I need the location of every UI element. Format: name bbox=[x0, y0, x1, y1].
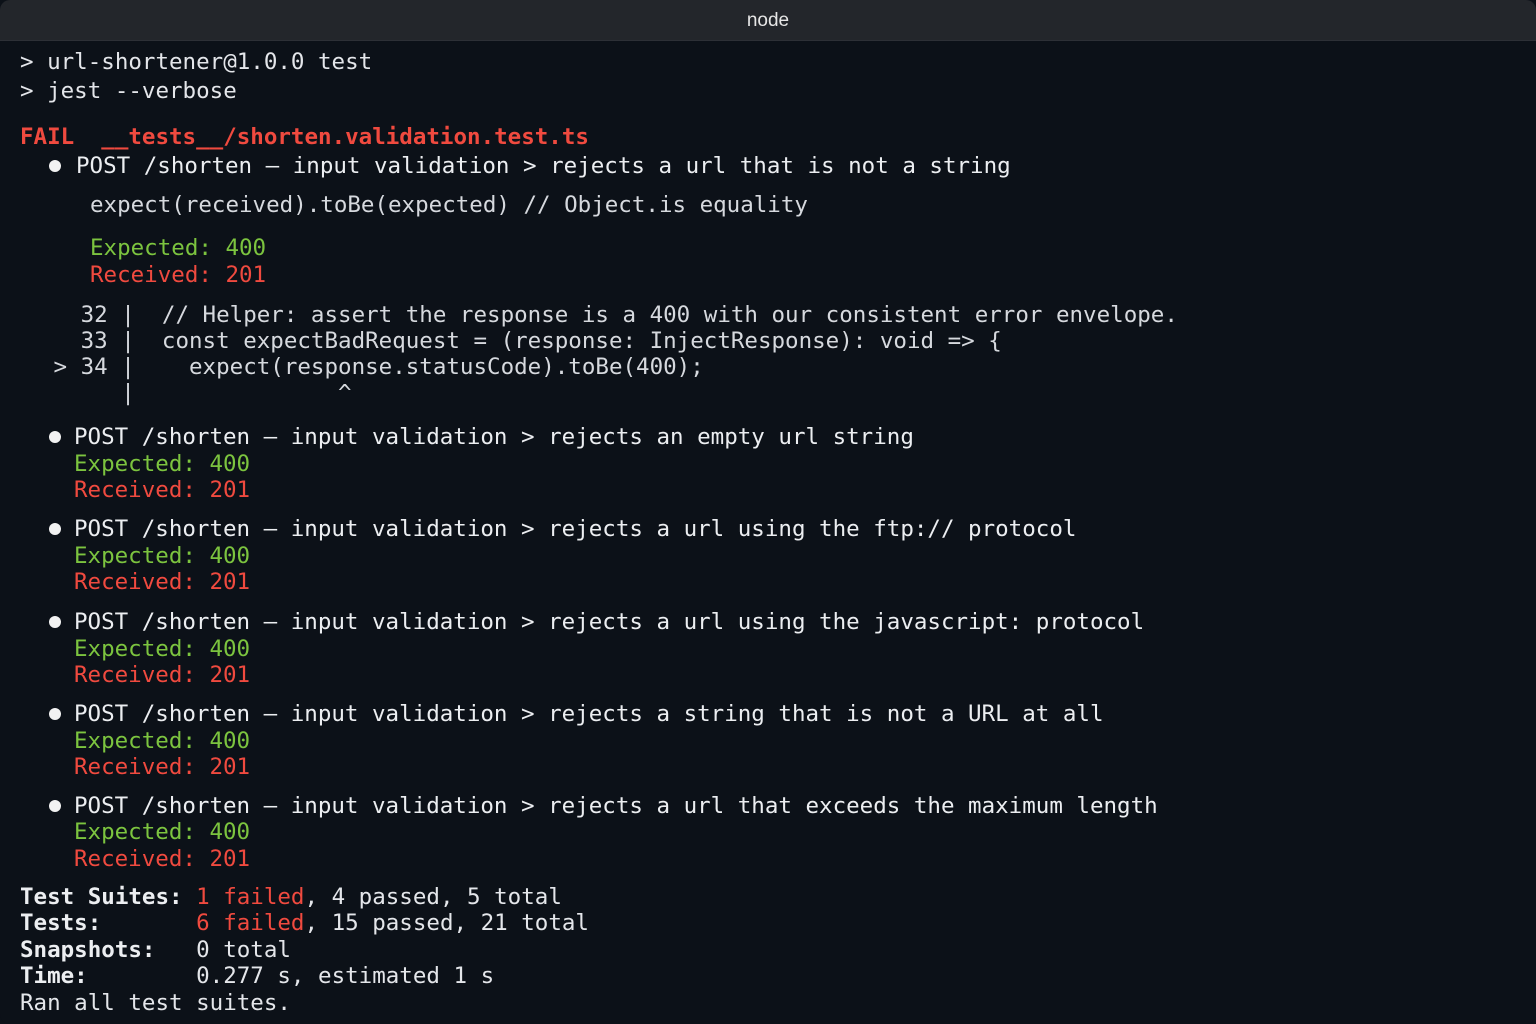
received-value: 201 bbox=[225, 262, 267, 288]
expected-line: Expected: 400 bbox=[74, 450, 250, 478]
fail-label: FAIL bbox=[20, 124, 75, 150]
bullet-icon bbox=[49, 616, 61, 628]
summary-snapshots: Snapshots: 0 total bbox=[20, 936, 291, 964]
test-title: POST /shorten — input validation > rejec… bbox=[74, 609, 1145, 635]
received-label: Received: bbox=[74, 754, 210, 780]
summary-tests: Tests: 6 failed, 15 passed, 21 total bbox=[20, 909, 589, 937]
code-text: const expectBadRequest = (response: Inje… bbox=[148, 328, 1002, 354]
summary-footer: Ran all test suites. bbox=[20, 990, 291, 1016]
expected-line: Expected: 400 bbox=[74, 727, 250, 755]
expected-label: Expected: bbox=[74, 728, 210, 754]
bullet-icon bbox=[49, 431, 61, 443]
code-frame-line: | ^ bbox=[40, 379, 352, 407]
received-value: 201 bbox=[209, 569, 251, 595]
received-label: Received: bbox=[74, 569, 210, 595]
bullet-icon bbox=[49, 523, 61, 535]
snapshots-value: 0 total bbox=[196, 937, 291, 963]
summary-time: Time: 0.277 s, estimated 1 s bbox=[20, 962, 494, 990]
expected-label: Expected: bbox=[74, 451, 210, 477]
summary-label: Snapshots: bbox=[20, 937, 197, 963]
tests-rest: , 15 passed, 21 total bbox=[304, 910, 589, 936]
test-title: POST /shorten — input validation > rejec… bbox=[76, 153, 1011, 179]
time-value: 0.277 s, estimated 1 s bbox=[196, 963, 495, 989]
expected-value: 400 bbox=[209, 728, 251, 754]
terminal-window: node > url-shortener@1.0.0 test > jest -… bbox=[0, 0, 1536, 1024]
test-title: POST /shorten — input validation > rejec… bbox=[74, 793, 1158, 819]
summary-label: Time: bbox=[20, 963, 197, 989]
code-frame-line: 32 | // Helper: assert the response is a… bbox=[40, 301, 1178, 329]
expected-value: 400 bbox=[209, 636, 251, 662]
received-label: Received: bbox=[74, 477, 210, 503]
received-value: 201 bbox=[209, 846, 251, 872]
expected-value: 400 bbox=[209, 451, 251, 477]
test-title: POST /shorten — input validation > rejec… bbox=[74, 516, 1077, 542]
code-frame-line: 33 | const expectBadRequest = (response:… bbox=[40, 327, 1002, 355]
received-line: Received: 201 bbox=[74, 753, 250, 781]
received-label: Received: bbox=[90, 262, 226, 288]
title-bar[interactable]: node bbox=[0, 0, 1536, 41]
received-label: Received: bbox=[74, 662, 210, 688]
terminal-output[interactable]: > url-shortener@1.0.0 test > jest --verb… bbox=[0, 41, 1536, 1024]
code-text: // Helper: assert the response is a 400 … bbox=[148, 302, 1178, 328]
code-gutter: 33 | bbox=[40, 328, 149, 354]
tests-failed: 6 failed bbox=[196, 910, 305, 936]
expected-value: 400 bbox=[209, 543, 251, 569]
expected-line: Expected: 400 bbox=[74, 542, 250, 570]
summary-suites: Test Suites: 1 failed, 4 passed, 5 total bbox=[20, 883, 562, 911]
received-label: Received: bbox=[74, 846, 210, 872]
received-line: Received: 201 bbox=[74, 568, 250, 596]
window-title: node bbox=[746, 10, 790, 31]
received-line: Received: 201 bbox=[74, 845, 250, 873]
expected-label: Expected: bbox=[90, 235, 226, 261]
code-text: expect(response.statusCode).toBe(400); bbox=[148, 354, 704, 380]
expected-value: 400 bbox=[225, 235, 267, 261]
code-frame-line: > 34 | expect(response.statusCode).toBe(… bbox=[40, 353, 704, 381]
received-value: 201 bbox=[209, 754, 251, 780]
received-line: Received: 201 bbox=[90, 261, 266, 289]
expected-line: Expected: 400 bbox=[90, 234, 266, 262]
expected-value: 400 bbox=[209, 819, 251, 845]
command-line: > url-shortener@1.0.0 test bbox=[20, 49, 373, 75]
code-gutter: > 34 | bbox=[40, 354, 149, 380]
suites-rest: , 4 passed, 5 total bbox=[304, 884, 562, 910]
received-line: Received: 201 bbox=[74, 476, 250, 504]
received-line: Received: 201 bbox=[74, 661, 250, 689]
expected-line: Expected: 400 bbox=[74, 635, 250, 663]
summary-label: Test Suites: bbox=[20, 884, 197, 910]
expected-label: Expected: bbox=[74, 819, 210, 845]
fail-header: FAIL __tests__/shorten.validation.test.t… bbox=[20, 123, 589, 151]
code-gutter: 32 | bbox=[40, 302, 149, 328]
bullet-icon bbox=[49, 708, 61, 720]
received-value: 201 bbox=[209, 477, 251, 503]
fail-file: __tests__/shorten.validation.test.ts bbox=[101, 124, 589, 150]
code-text: ^ bbox=[148, 380, 352, 406]
summary-label: Tests: bbox=[20, 910, 197, 936]
expected-label: Expected: bbox=[74, 636, 210, 662]
expected-label: Expected: bbox=[74, 543, 210, 569]
suites-failed: 1 failed bbox=[196, 884, 305, 910]
received-value: 201 bbox=[209, 662, 251, 688]
bullet-icon bbox=[49, 160, 61, 172]
test-title: POST /shorten — input validation > rejec… bbox=[74, 424, 914, 450]
code-gutter: | bbox=[40, 380, 149, 406]
test-title: POST /shorten — input validation > rejec… bbox=[74, 701, 1104, 727]
command-line: > jest --verbose bbox=[20, 78, 237, 104]
bullet-icon bbox=[49, 800, 61, 812]
expected-line: Expected: 400 bbox=[74, 818, 250, 846]
matcher-hint: expect(received).toBe(expected) // Objec… bbox=[90, 192, 808, 218]
